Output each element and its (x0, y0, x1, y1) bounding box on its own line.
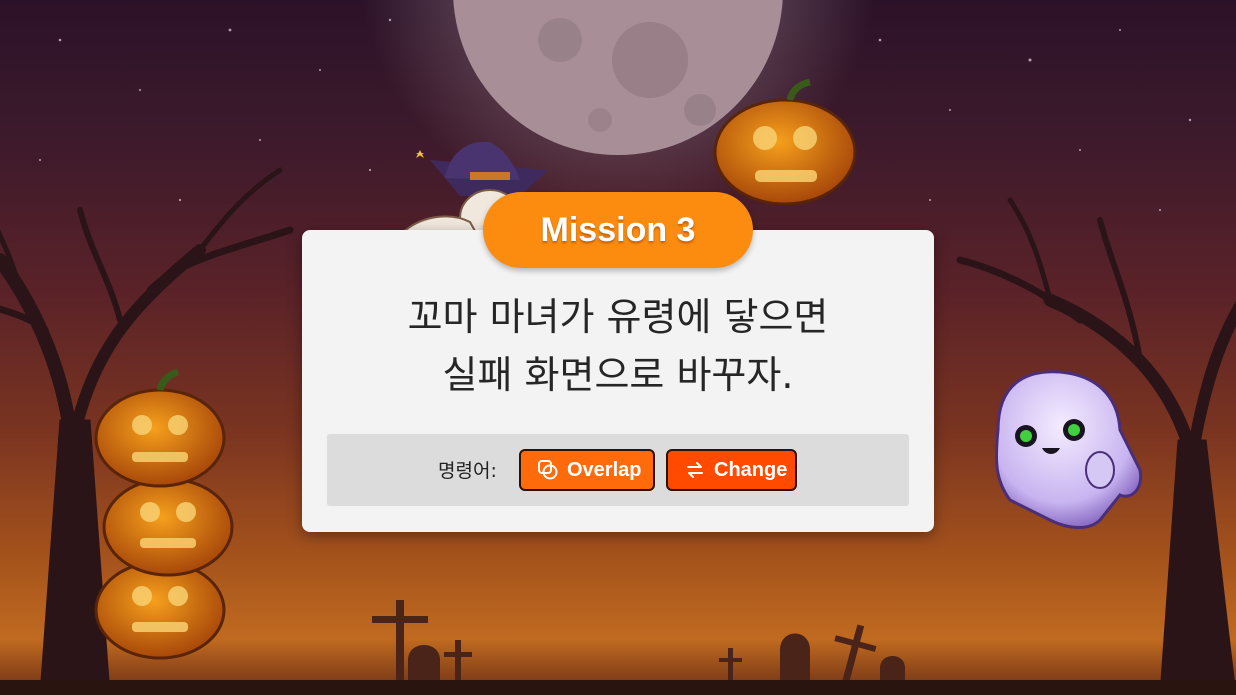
overlap-icon (538, 460, 558, 480)
overlap-button-label: Overlap (567, 458, 642, 481)
mission-badge: Mission 3 (483, 192, 753, 268)
change-icon (687, 462, 703, 478)
command-label: 명령어: (438, 460, 497, 482)
ghost (994, 370, 1143, 529)
change-button[interactable]: Change (666, 449, 797, 491)
pumpkin-stack (94, 368, 234, 660)
mission-description: 꼬마 마녀가 유령에 닿으면 실패 화면으로 바꾸자. (302, 288, 934, 404)
overlap-button[interactable]: Overlap (519, 449, 655, 491)
change-button-label: Change (714, 458, 788, 481)
mission-line-1: 꼬마 마녀가 유령에 닿으면 (407, 295, 829, 339)
mission-line-2: 실패 화면으로 바꾸자. (442, 353, 794, 397)
